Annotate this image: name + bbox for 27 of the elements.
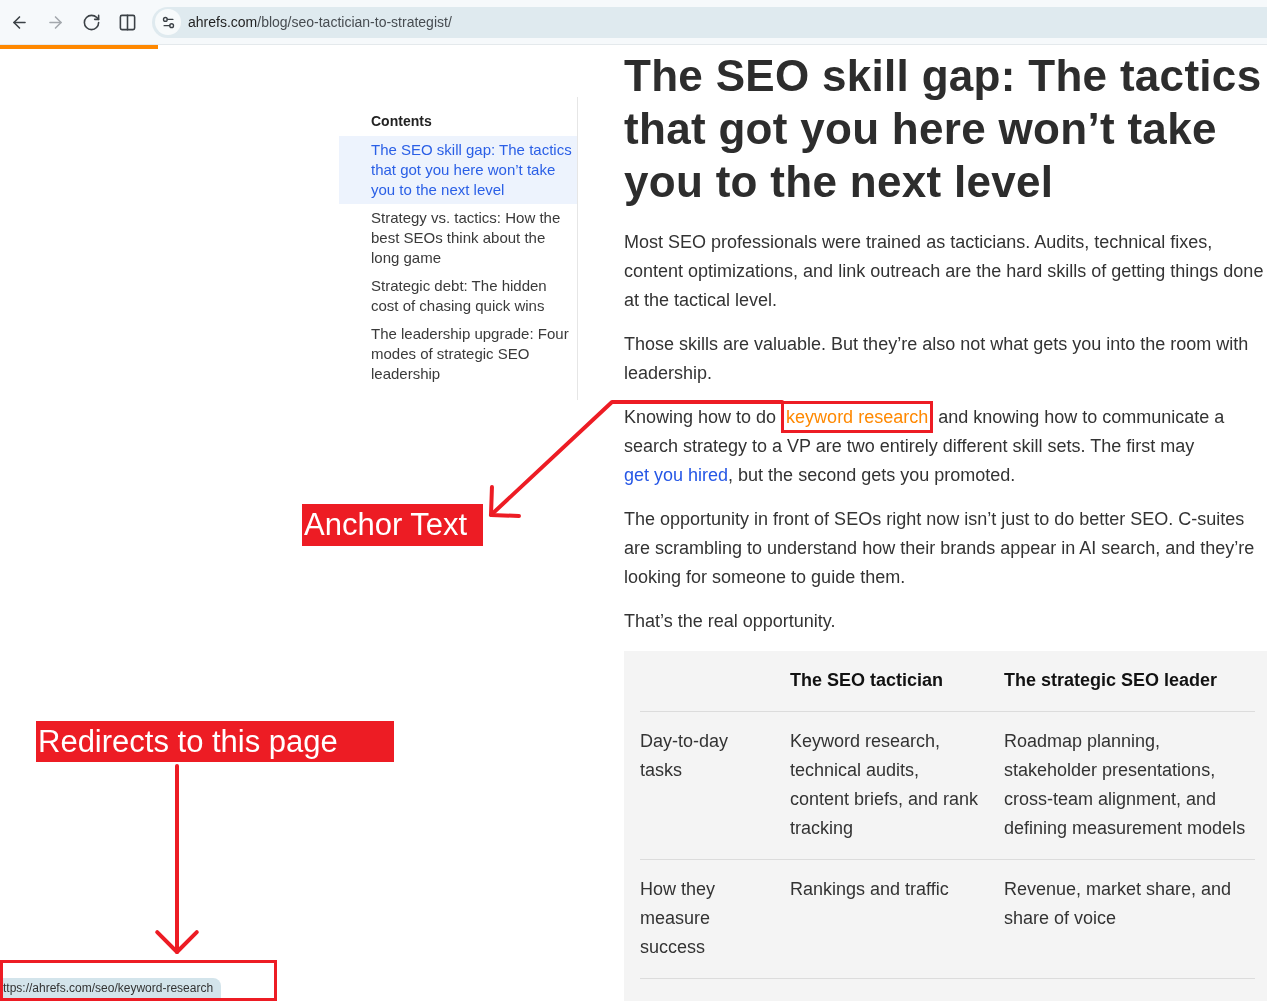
table-cell-text: Revenue, market share, and share of voice [1004, 878, 1233, 930]
annotation-label: Anchor Text [302, 504, 483, 546]
address-bar[interactable]: ahrefs.com/blog/seo-tactician-to-strategist/ [152, 6, 1267, 38]
paragraph: The opportunity in front of SEOs right now isn’t just to do better SEO. C-suites are scrambling to understand how their brands appear in AI search, and they’re looking for someone to guide them. [624, 508, 1256, 589]
column-header: The strategic SEO leader [1004, 669, 1219, 692]
contents-item[interactable]: The SEO skill gap: The tactics that got you here won’t take you to the next level [339, 136, 577, 204]
status-url-bubble: ttps://ahrefs.com/seo/keyword-research [0, 978, 222, 998]
annotation-label: Redirects to this page [36, 721, 394, 762]
row-header: How they measure success [640, 878, 717, 959]
table-cell-text: Keyword research, technical audits, content briefs, and rank tracking [790, 730, 980, 840]
table-cell-text: Roadmap planning, stakeholder presentations, cross-team alignment, and defining measurement models [1004, 730, 1247, 840]
column-header: The SEO tactician [790, 669, 945, 692]
contents-item[interactable]: The leadership upgrade: Four modes of strategic SEO leadership [339, 320, 577, 388]
site-info-icon[interactable] [155, 9, 181, 35]
row-header: Day-to-day tasks [640, 730, 730, 782]
reload-icon [81, 12, 101, 32]
table-cell-text: Rankings and traffic [790, 878, 950, 901]
contents-heading: Contents [370, 112, 433, 131]
paragraph: Most SEO professionals were trained as tacticians. Audits, technical fixes, content optimizations, and link outreach are the hard skills of getting things done at the tactical level. [624, 231, 1265, 312]
split-view-icon [117, 12, 137, 32]
paragraph: Those skills are valuable. But they’re also not what gets you into the room with leadership. [624, 333, 1250, 385]
text-link[interactable]: get you hired [624, 465, 729, 485]
paragraph: Knowing how to do keyword research and knowing how to communicate a search strategy to a VP are two entirely different skill sets. The first may get you hired, but the second gets you promoted. [624, 403, 1267, 490]
contents-item[interactable]: Strategy vs. tactics: How the best SEOs think about the long game [339, 204, 577, 272]
contents-item[interactable]: Strategic debt: The hidden cost of chasing quick wins [339, 272, 577, 320]
paragraph: That’s the real opportunity. [624, 610, 837, 633]
article-title: The SEO skill gap: The tactics that got you here won’t take you to the next level [624, 50, 1263, 208]
